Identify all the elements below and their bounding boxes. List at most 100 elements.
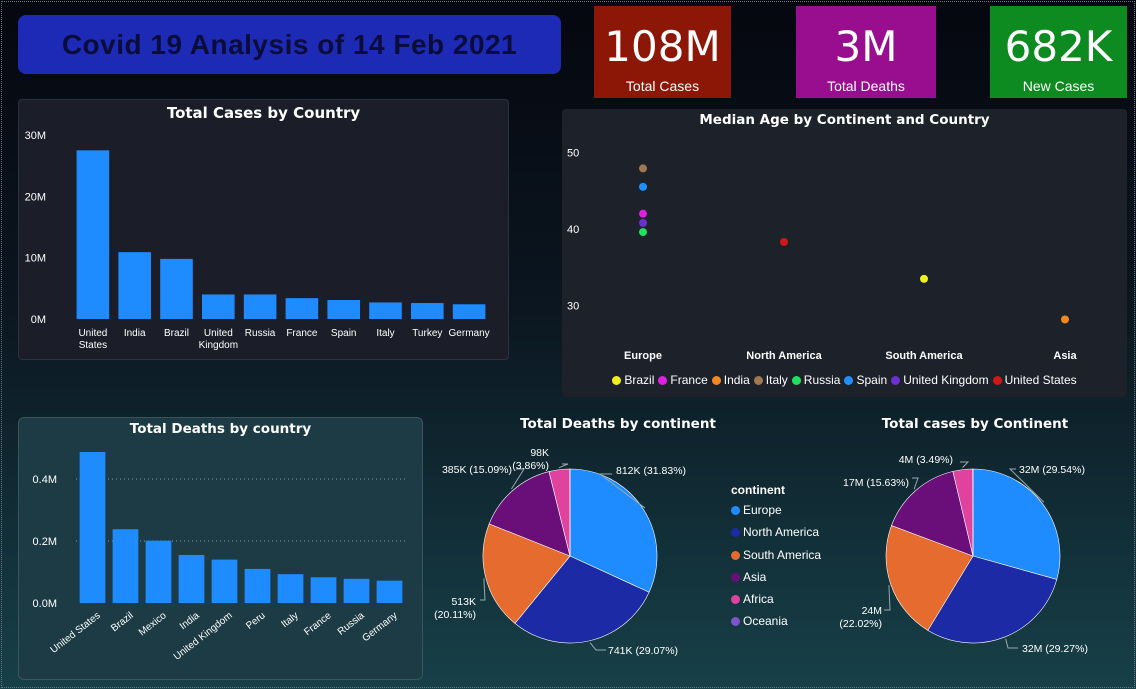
legend-label: Russia: [803, 373, 841, 387]
point-spain[interactable]: [639, 182, 647, 191]
bar-spain[interactable]: [327, 299, 361, 319]
bar-brazil[interactable]: [160, 258, 193, 319]
bar-russia[interactable]: [243, 294, 277, 319]
bar-peru[interactable]: [244, 568, 271, 603]
legend-dot-icon: [731, 506, 740, 515]
deaths-by-country-title: Total Deaths by country: [129, 421, 312, 437]
x-tick-label: United Kingdom: [172, 610, 235, 662]
bar-united-kingdom[interactable]: [201, 294, 235, 319]
legend-dot-icon: [612, 376, 622, 385]
bar-united-kingdom[interactable]: [211, 559, 238, 603]
point-india[interactable]: [1061, 315, 1069, 324]
legend-label: United Kingdom: [903, 373, 989, 387]
point-italy[interactable]: [639, 164, 647, 173]
legend-item-south-america[interactable]: South America: [731, 548, 821, 570]
legend-label: Asia: [743, 569, 767, 584]
legend-item-india[interactable]: India: [711, 373, 750, 387]
x-tick-label: India: [178, 610, 202, 632]
median-age-title: Median Age by Continent and Country: [699, 112, 990, 128]
point-france[interactable]: [639, 209, 647, 218]
point-russia[interactable]: [639, 228, 647, 237]
y-tick-label: 0.0M: [33, 598, 57, 610]
legend-dot-icon: [731, 572, 740, 582]
bar-india[interactable]: [118, 252, 152, 319]
x-tick-label: Spain: [331, 328, 357, 339]
x-tick-label: Italy: [376, 328, 394, 339]
kpi-new-cases-label: New Cases: [1022, 78, 1095, 94]
deaths-by-country-panel[interactable]: Total Deaths by country 0.0M 0.2M 0.4M Unit…: [18, 417, 423, 680]
legend-label: North America: [743, 525, 820, 540]
bar-russia[interactable]: [343, 578, 370, 603]
kpi-new-cases[interactable]: 682K New Cases: [990, 6, 1127, 98]
continent-legend-title: continent: [731, 483, 785, 497]
x-tick-label-south-america: South America: [885, 350, 963, 362]
bar-turkey[interactable]: [410, 303, 444, 319]
legend-label: Africa: [743, 592, 774, 607]
kpi-total-deaths-label: Total Deaths: [827, 78, 905, 94]
x-tick-label: Italy: [279, 610, 300, 630]
legend-dot-icon: [731, 617, 740, 627]
y-tick-label: 0.4M: [33, 474, 57, 486]
x-tick-label: Brazil: [109, 610, 135, 634]
bar-united-states[interactable]: [79, 452, 106, 603]
legend-dot-icon: [731, 528, 740, 538]
x-tick-label: France: [286, 328, 318, 339]
legend-dot-icon: [992, 376, 1002, 385]
kpi-total-deaths[interactable]: 3M Total Deaths: [796, 6, 936, 98]
bar-italy[interactable]: [277, 574, 304, 603]
x-tick-label: United States: [49, 610, 103, 656]
legend-item-spain[interactable]: Spain: [844, 373, 887, 387]
deaths-by-country-chart[interactable]: 0.0M 0.2M 0.4M United States Brazil Mexico Ind…: [19, 418, 424, 681]
x-tick-label-europe: Europe: [624, 350, 662, 362]
x-tick-label: States: [79, 340, 107, 351]
legend-item-oceania[interactable]: Oceania: [731, 614, 821, 636]
legend-item-europe[interactable]: Europe: [731, 503, 821, 525]
bar-germany[interactable]: [376, 580, 403, 603]
legend-label: Europe: [743, 503, 782, 517]
x-tick-label: Kingdom: [199, 340, 238, 351]
bar-brazil[interactable]: [112, 529, 139, 603]
legend-item-africa[interactable]: Africa: [731, 592, 821, 614]
legend-item-asia[interactable]: Asia: [731, 570, 821, 592]
legend-label: United States: [1004, 373, 1077, 387]
x-tick-label: France: [302, 610, 334, 638]
bar-mexico[interactable]: [145, 540, 172, 603]
legend-dot-icon: [844, 376, 854, 385]
point-united-states[interactable]: [780, 238, 788, 247]
legend-item-russia[interactable]: Russia: [791, 373, 841, 387]
y-tick-label: 50: [567, 147, 579, 159]
legend-item-italy[interactable]: Italy: [753, 373, 788, 387]
median-age-panel[interactable]: Median Age by Continent and Country 30 40…: [562, 109, 1127, 397]
x-tick-label: India: [124, 328, 146, 339]
deaths-by-continent-title: Total Deaths by continent: [520, 416, 716, 432]
continent-legend: continent Europe North America South Ameri…: [731, 483, 821, 637]
y-tick-label: 0M: [31, 314, 46, 326]
point-united-kingdom[interactable]: [639, 218, 647, 227]
cases-by-country-panel[interactable]: Total Cases by Country 0M 10M 20M 30M United…: [18, 99, 509, 360]
median-age-chart[interactable]: 30 40 50 Europe North America South America As…: [562, 109, 1127, 397]
cases-by-country-title: Total Cases by Country: [166, 104, 361, 122]
x-tick-label: Germany: [449, 328, 490, 339]
y-tick-label: 40: [567, 224, 579, 236]
cases-by-country-chart[interactable]: 0M10M20M30MUnitedStatesIndia Brazil United…: [19, 100, 510, 361]
kpi-total-deaths-value: 3M: [834, 22, 898, 71]
legend-item-france[interactable]: France: [658, 373, 708, 387]
x-tick-label: United: [78, 328, 107, 339]
legend-item-united-states[interactable]: United States: [992, 373, 1077, 387]
bar-germany[interactable]: [452, 304, 486, 319]
point-brazil[interactable]: [920, 274, 928, 283]
bar-united-states[interactable]: [76, 150, 110, 319]
bar-italy[interactable]: [369, 302, 402, 319]
legend-item-brazil[interactable]: Brazil: [612, 373, 654, 387]
kpi-total-cases-label: Total Cases: [625, 78, 700, 94]
dashboard-title: Covid 19 Analysis of 14 Feb 2021: [61, 28, 518, 60]
legend-item-north-america[interactable]: North America: [731, 525, 821, 547]
bar-france[interactable]: [285, 298, 319, 319]
y-tick-label: 10M: [25, 253, 46, 265]
legend-dot-icon: [731, 595, 740, 605]
bar-india[interactable]: [178, 554, 205, 603]
kpi-total-cases[interactable]: 108M Total Cases: [594, 6, 731, 98]
legend-item-united-kingdom[interactable]: United Kingdom: [891, 373, 989, 387]
bar-france[interactable]: [310, 577, 337, 603]
legend-label: Italy: [765, 373, 788, 387]
